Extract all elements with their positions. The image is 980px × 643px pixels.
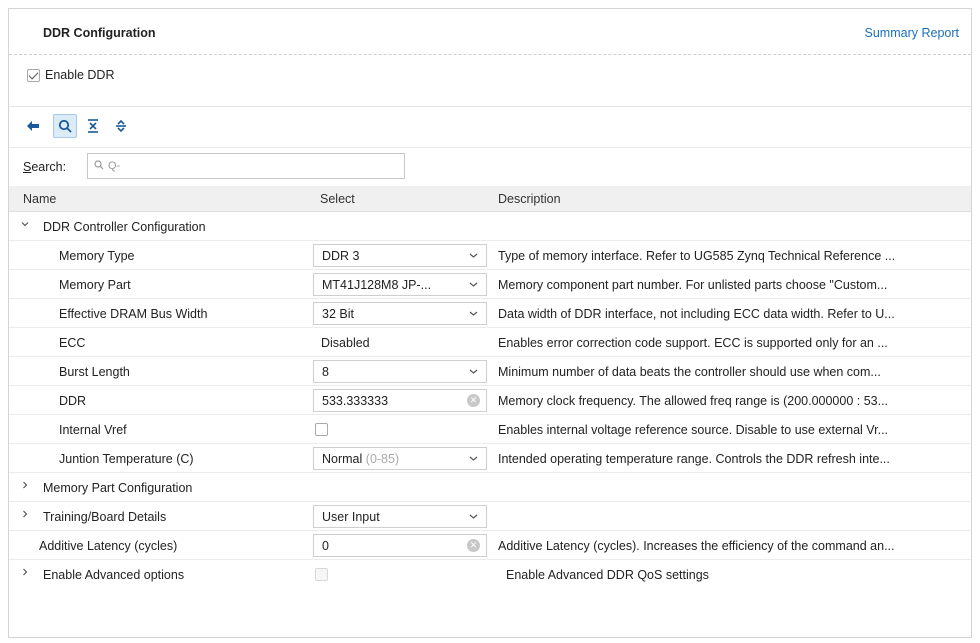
summary-report-link[interactable]: Summary Report	[865, 26, 959, 40]
chevron-down-icon	[469, 253, 478, 258]
chevron-right-icon[interactable]	[21, 568, 31, 578]
row-name: Burst Length	[59, 365, 130, 379]
table-row[interactable]: Memory Type DDR 3 Type of memory interfa…	[9, 241, 971, 270]
enable-ddr-label: Enable DDR	[45, 68, 115, 82]
row-description: Minimum number of data beats the control…	[498, 365, 881, 379]
panel-header: DDR Configuration Summary Report	[9, 9, 971, 55]
additive-latency-field[interactable]: 0 ✕	[313, 534, 487, 557]
column-header-select[interactable]: Select	[320, 192, 355, 206]
back-arrow-icon[interactable]	[21, 114, 45, 138]
config-table: Name Select Description DDR Controller C…	[9, 186, 971, 589]
memory-type-dropdown[interactable]: DDR 3	[313, 244, 487, 267]
ddr-frequency-field[interactable]: 533.333333 ✕	[313, 389, 487, 412]
table-row[interactable]: DDR Controller Configuration	[9, 212, 971, 241]
row-name: ECC	[59, 336, 86, 350]
chevron-down-icon	[469, 514, 478, 519]
row-description: Data width of DDR interface, not includi…	[498, 307, 895, 321]
search-placeholder: Q-	[108, 160, 121, 172]
enable-advanced-checkbox[interactable]	[315, 568, 328, 581]
chevron-down-icon[interactable]	[21, 220, 31, 230]
ecc-value: Disabled	[321, 336, 370, 350]
memory-part-dropdown[interactable]: MT41J128M8 JP-...	[313, 273, 487, 296]
row-description: Enables error correction code support. E…	[498, 336, 888, 350]
table-row[interactable]: Enable Advanced options Enable Advanced …	[9, 560, 971, 589]
table-row[interactable]: Training/Board Details User Input	[9, 502, 971, 531]
table-row[interactable]: Internal Vref Enables internal voltage r…	[9, 415, 971, 444]
chevron-right-icon[interactable]	[21, 510, 31, 520]
clear-icon[interactable]: ✕	[467, 539, 480, 552]
bus-width-dropdown[interactable]: 32 Bit	[313, 302, 487, 325]
row-name: Training/Board Details	[43, 510, 167, 524]
table-header: Name Select Description	[9, 186, 971, 212]
ddr-configuration-panel: DDR Configuration Summary Report Enable …	[8, 8, 972, 638]
table-row[interactable]: DDR 533.333333 ✕ Memory clock frequency.…	[9, 386, 971, 415]
row-name: DDR Controller Configuration	[43, 220, 206, 234]
table-row[interactable]: Additive Latency (cycles) 0 ✕ Additive L…	[9, 531, 971, 560]
row-description: Additive Latency (cycles). Increases the…	[498, 539, 895, 553]
column-header-name[interactable]: Name	[23, 192, 56, 206]
clear-icon[interactable]: ✕	[467, 394, 480, 407]
search-field-icon	[94, 160, 104, 170]
row-name: Memory Type	[59, 249, 135, 263]
row-description: Memory clock frequency. The allowed freq…	[498, 394, 889, 408]
search-input[interactable]: Q-	[87, 153, 405, 179]
burst-length-dropdown[interactable]: 8	[313, 360, 487, 383]
chevron-down-icon	[469, 311, 478, 316]
training-board-dropdown[interactable]: User Input	[313, 505, 487, 528]
row-description: Type of memory interface. Refer to UG585…	[498, 249, 896, 263]
table-row[interactable]: Effective DRAM Bus Width 32 Bit Data wid…	[9, 299, 971, 328]
collapse-all-icon[interactable]	[81, 114, 105, 138]
internal-vref-checkbox[interactable]	[315, 423, 328, 436]
enable-ddr-checkbox[interactable]	[27, 69, 40, 82]
enable-ddr-row: Enable DDR	[9, 55, 971, 107]
page-title: DDR Configuration	[43, 26, 156, 40]
search-row: Search: Q-	[9, 147, 971, 185]
row-name: Juntion Temperature (C)	[59, 452, 194, 466]
chevron-down-icon	[469, 282, 478, 287]
table-row[interactable]: ECC Disabled Enables error correction co…	[9, 328, 971, 357]
chevron-right-icon[interactable]	[21, 481, 31, 491]
toolbar	[9, 107, 971, 147]
table-row[interactable]: Memory Part MT41J128M8 JP-... Memory com…	[9, 270, 971, 299]
chevron-down-icon	[469, 369, 478, 374]
chevron-down-icon	[469, 456, 478, 461]
table-row[interactable]: Memory Part Configuration	[9, 473, 971, 502]
row-name: Enable Advanced options	[43, 568, 185, 582]
row-name: DDR	[59, 394, 87, 408]
search-icon[interactable]	[53, 114, 77, 138]
search-label: Search:	[23, 160, 67, 174]
row-description: Enable Advanced DDR QoS settings	[506, 568, 709, 582]
row-name: Memory Part Configuration	[43, 481, 193, 495]
table-row[interactable]: Burst Length 8 Minimum number of data be…	[9, 357, 971, 386]
temperature-dropdown[interactable]: Normal (0-85)	[313, 447, 487, 470]
column-header-description[interactable]: Description	[498, 192, 561, 206]
row-description: Enables internal voltage reference sourc…	[498, 423, 889, 437]
row-name: Internal Vref	[59, 423, 127, 437]
row-description: Intended operating temperature range. Co…	[498, 452, 890, 466]
row-name: Additive Latency (cycles)	[39, 539, 178, 553]
expand-all-icon[interactable]	[109, 114, 133, 138]
table-row[interactable]: Juntion Temperature (C) Normal (0-85) In…	[9, 444, 971, 473]
row-description: Memory component part number. For unlist…	[498, 278, 888, 292]
row-name: Effective DRAM Bus Width	[59, 307, 208, 321]
row-name: Memory Part	[59, 278, 131, 292]
